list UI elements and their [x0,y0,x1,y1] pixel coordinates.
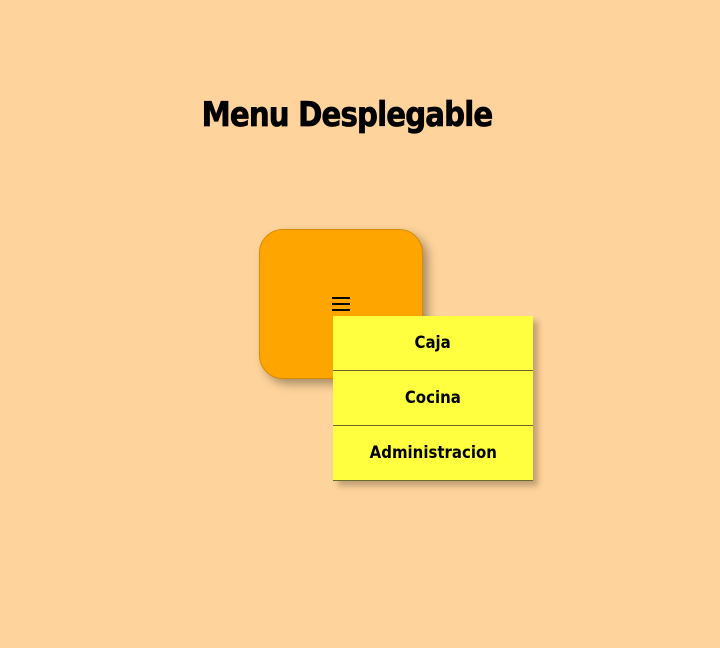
menu-item-label: Cocina [404,388,461,408]
menu-item-caja[interactable]: Caja [333,316,533,371]
page-title: Menu Desplegable [201,95,493,136]
menu-item-label: Administracion [369,443,497,463]
menu-item-label: Caja [414,333,452,353]
menu-item-administracion[interactable]: Administracion [333,426,533,481]
hamburger-icon[interactable] [331,294,351,314]
page: Menu Desplegable Caja Cocina Administrac… [0,0,720,648]
dropdown-menu: Caja Cocina Administracion [333,316,533,481]
menu-item-cocina[interactable]: Cocina [333,371,533,426]
